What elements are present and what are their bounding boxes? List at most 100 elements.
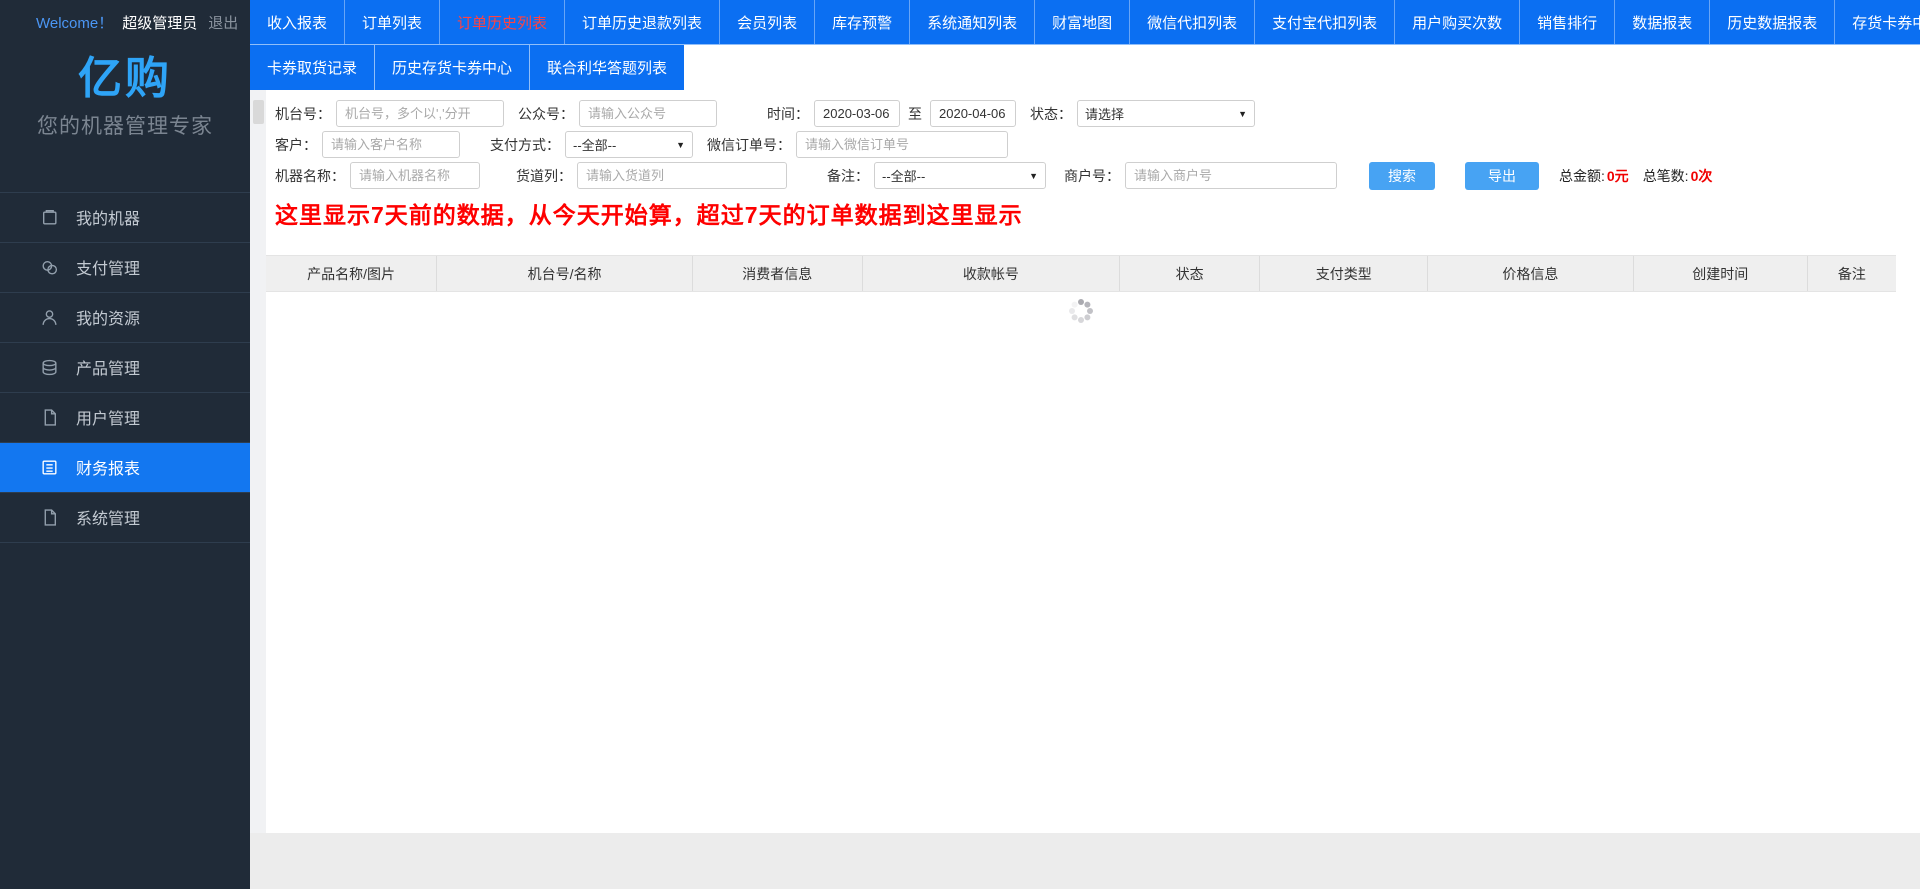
tab-member-list[interactable]: 会员列表 <box>719 0 814 44</box>
tab-card-pickup-record[interactable]: 卡券取货记录 <box>250 45 374 90</box>
chevron-down-icon: ▼ <box>1029 170 1038 181</box>
filter-row-2: 客户： 支付方式： --全部-- ▼ 微信订单号： <box>275 129 1920 160</box>
search-button[interactable]: 搜索 <box>1369 161 1435 190</box>
tab-data-report[interactable]: 数据报表 <box>1614 0 1709 44</box>
top-nav-row1: 收入报表 订单列表 订单历史列表 订单历史退款列表 会员列表 库存预警 系统通知列表 财富地图… <box>250 0 1920 45</box>
tab-unilever-quiz-list[interactable]: 联合利华答题列表 <box>529 45 684 90</box>
date-from-input[interactable] <box>814 100 900 127</box>
machine-no-input[interactable] <box>336 100 504 127</box>
status-select[interactable]: 请选择 ▼ <box>1077 100 1255 127</box>
customer-input[interactable] <box>322 131 460 158</box>
orders-table: 产品名称/图片 机台号/名称 消费者信息 收款帐号 状态 支付类型 价格信息 创建时间 备注 <box>266 255 1896 314</box>
sidebar-item-label: 支付管理 <box>76 261 141 279</box>
app-window: Welcome！ 超级管理员 退出 亿购 您的机器管理专家 我的机器 支付管理 我的… <box>0 0 1920 889</box>
tab-wechat-withhold-list[interactable]: 微信代扣列表 <box>1129 0 1254 44</box>
left-gutter <box>250 90 266 833</box>
total-amount-label: 总金额: <box>1559 167 1605 184</box>
filter-row-1: 机台号： 公众号： 时间： 至 状态： 请选择 ▼ <box>275 98 1920 129</box>
main-area: 收入报表 订单列表 订单历史列表 订单历史退款列表 会员列表 库存预警 系统通知列表 财富地图… <box>250 0 1920 889</box>
top-nav-row2: 卡券取货记录 历史存货卡券中心 联合利华答题列表 <box>250 45 1920 90</box>
filter-group-lane: 货道列： <box>516 162 787 189</box>
sidebar-item-label: 系统管理 <box>76 511 141 529</box>
filter-group-remark: 备注： --全部-- ▼ <box>827 162 1046 189</box>
sidebar-item-label: 财务报表 <box>76 461 141 479</box>
filter-group-machine-name: 机器名称： <box>275 162 480 189</box>
customer-label: 客户： <box>275 136 317 153</box>
lane-label: 货道列： <box>516 167 572 184</box>
date-range-joiner: 至 <box>908 105 922 122</box>
tab-stock-warning[interactable]: 库存预警 <box>814 0 909 44</box>
chevron-down-icon: ▼ <box>1238 108 1247 119</box>
remark-select-value: --全部-- <box>882 169 926 184</box>
sidebar-item-my-machines[interactable]: 我的机器 <box>0 193 250 243</box>
table-header-cell: 价格信息 <box>1428 256 1634 291</box>
chevron-down-icon: ▼ <box>676 139 685 150</box>
remark-select[interactable]: --全部-- ▼ <box>874 162 1046 189</box>
merchant-no-label: 商户号： <box>1064 167 1120 184</box>
tab-sales-ranking[interactable]: 销售排行 <box>1519 0 1614 44</box>
table-header-cell: 备注 <box>1837 265 1866 282</box>
person-icon <box>42 310 57 325</box>
content-panel: 机台号： 公众号： 时间： 至 状态： 请选择 ▼ 客户： 支付方式： --全部-- ▼ 微信订单号：… <box>250 90 1920 889</box>
total-count-value: 0次 <box>1690 167 1713 184</box>
notice-banner: 这里显示7天前的数据，从今天开始算，超过7天的订单数据到这里显示 <box>275 202 1023 228</box>
public-account-input[interactable] <box>579 100 717 127</box>
wechat-order-no-label: 微信订单号： <box>707 136 791 153</box>
tab-order-list[interactable]: 订单列表 <box>344 0 439 44</box>
filter-group-merchant-no: 商户号： <box>1064 162 1337 189</box>
loading-indicator <box>266 308 1896 314</box>
brand: 亿购 您的机器管理专家 <box>0 45 250 140</box>
sidebar-item-payment-management[interactable]: 支付管理 <box>0 243 250 293</box>
machine-no-label: 机台号： <box>275 105 331 122</box>
status-label: 状态： <box>1030 105 1072 122</box>
filter-group-wechat-order-no: 微信订单号： <box>707 131 1008 158</box>
tab-income-report[interactable]: 收入报表 <box>250 0 344 44</box>
machine-icon <box>43 209 57 225</box>
filter-form: 机台号： 公众号： 时间： 至 状态： 请选择 ▼ 客户： 支付方式： --全部-- ▼ 微信订单号：… <box>250 90 1920 191</box>
tab-stock-card-center[interactable]: 存货卡券中心 <box>1834 0 1920 44</box>
table-header-cell: 状态 <box>1120 256 1261 291</box>
tab-wealth-map[interactable]: 财富地图 <box>1034 0 1129 44</box>
logout-link[interactable]: 退出 <box>208 12 238 33</box>
wechat-order-no-input[interactable] <box>796 131 1008 158</box>
payment-icon <box>42 260 58 275</box>
sidebar-item-label: 用户管理 <box>76 411 141 429</box>
date-to-input[interactable] <box>930 100 1016 127</box>
total-amount-value: 0元 <box>1606 167 1629 184</box>
tab-alipay-withhold-list[interactable]: 支付宝代扣列表 <box>1254 0 1394 44</box>
tab-order-history-list[interactable]: 订单历史列表 <box>439 0 564 44</box>
report-icon <box>42 460 57 475</box>
filter-row-3: 机器名称：货道列：备注：--全部--▼商户号：搜索导出总金额:0元总笔数:0次 <box>275 160 1920 191</box>
filter-group-status: 状态： 请选择 ▼ <box>1030 100 1255 127</box>
filter-group-pay-type: 支付方式： --全部-- ▼ <box>490 131 693 158</box>
pay-type-label: 支付方式： <box>490 136 560 153</box>
sidebar-item-product-management[interactable]: 产品管理 <box>0 343 250 393</box>
remark-label: 备注： <box>827 167 869 184</box>
tab-history-stock-card-center[interactable]: 历史存货卡券中心 <box>374 45 529 90</box>
sidebar: Welcome！ 超级管理员 退出 亿购 您的机器管理专家 我的机器 支付管理 我的… <box>0 0 250 889</box>
sidebar-item-system-management[interactable]: 系统管理 <box>0 493 250 543</box>
pay-type-select[interactable]: --全部-- ▼ <box>565 131 693 158</box>
filter-group-time-range: 时间： 至 <box>767 100 1016 127</box>
table-header-cell: 产品名称/图片 <box>266 256 438 291</box>
merchant-no-input[interactable] <box>1125 162 1337 189</box>
tab-system-notice-list[interactable]: 系统通知列表 <box>909 0 1034 44</box>
sidebar-item-finance-reports[interactable]: 财务报表 <box>0 442 250 493</box>
pay-type-select-value: --全部-- <box>573 138 617 153</box>
sidebar-item-user-management[interactable]: 用户管理 <box>0 393 250 443</box>
tab-order-history-refund-list[interactable]: 订单历史退款列表 <box>564 0 719 44</box>
lane-input[interactable] <box>577 162 787 189</box>
document-icon <box>44 409 56 426</box>
brand-logo: 亿购 <box>78 54 172 103</box>
sidebar-item-my-resources[interactable]: 我的资源 <box>0 293 250 343</box>
tab-user-purchase-count[interactable]: 用户购买次数 <box>1394 0 1519 44</box>
filter-group-machine-no: 机台号： <box>275 100 504 127</box>
top-nav-row2-bar: 卡券取货记录 历史存货卡券中心 联合利华答题列表 <box>250 45 685 90</box>
sidebar-item-label: 产品管理 <box>76 361 141 379</box>
machine-name-input[interactable] <box>350 162 480 189</box>
table-header-cell: 支付类型 <box>1260 256 1429 291</box>
tab-history-data-report[interactable]: 历史数据报表 <box>1709 0 1834 44</box>
status-select-value: 请选择 <box>1085 107 1125 122</box>
public-account-label: 公众号： <box>518 105 574 122</box>
export-button[interactable]: 导出 <box>1465 161 1539 190</box>
